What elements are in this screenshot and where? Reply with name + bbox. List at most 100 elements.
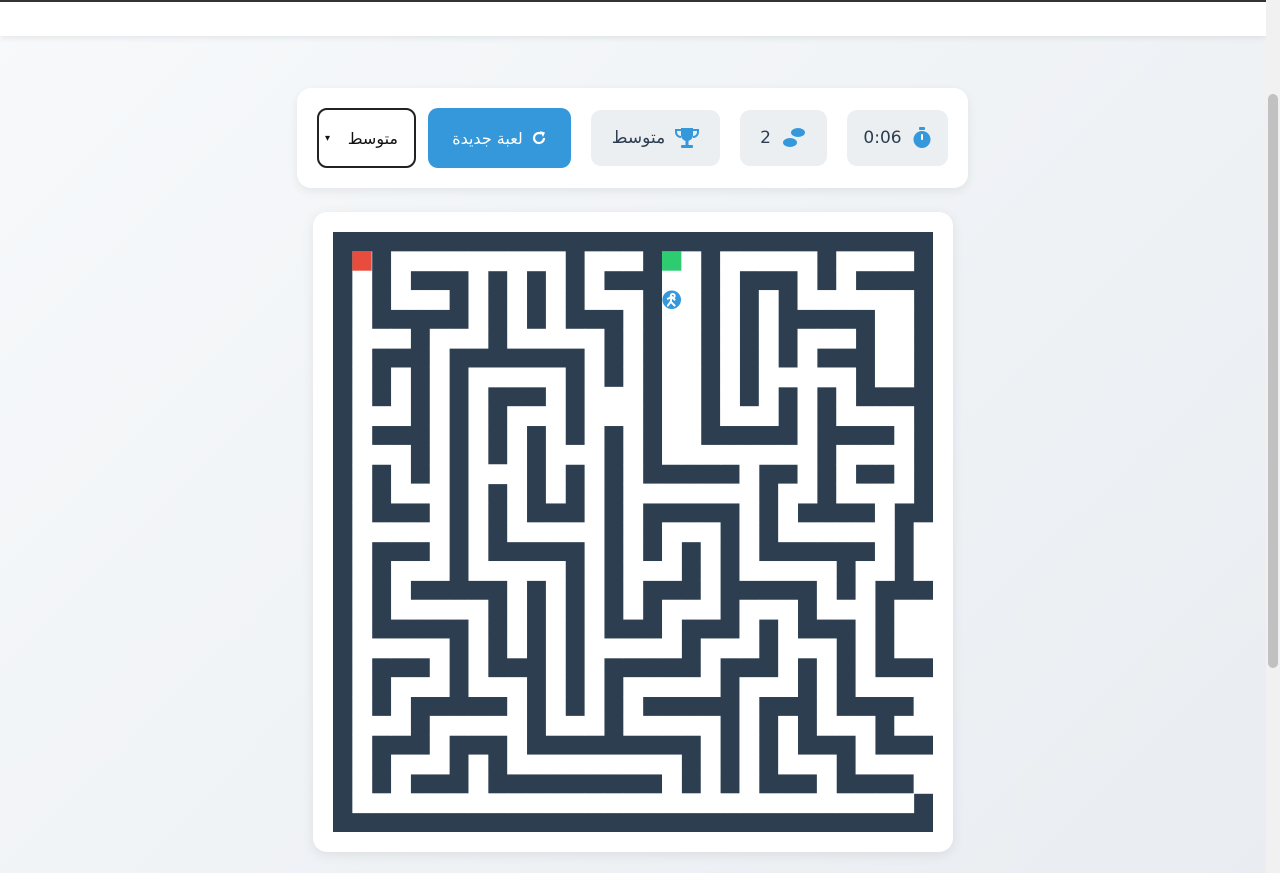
goal-marker — [352, 251, 372, 271]
maze-path-cell — [758, 386, 779, 407]
maze-path-cell — [565, 522, 586, 543]
maze-path-cell — [778, 522, 799, 543]
page-scrollbar[interactable] — [1266, 0, 1280, 873]
maze-path-cell — [468, 541, 489, 562]
maze-path-cell — [623, 502, 644, 523]
maze-path-cell — [894, 367, 915, 388]
maze-path-cell — [681, 367, 702, 388]
maze-path-cell — [429, 290, 450, 310]
maze-path-cell — [545, 290, 566, 310]
maze-path-cell — [816, 715, 837, 736]
maze-path-cell — [778, 735, 799, 756]
maze-path-cell — [352, 657, 373, 678]
player-icon — [662, 290, 681, 310]
maze-path-cell — [584, 483, 605, 504]
maze-path-cell — [662, 754, 682, 775]
maze-path-cell — [797, 483, 818, 504]
maze-path-cell — [391, 406, 411, 427]
maze-path-cell — [584, 677, 605, 698]
maze-path-cell — [874, 309, 895, 330]
maze-path-cell — [894, 599, 915, 620]
maze-path-cell — [352, 464, 373, 485]
maze-path-cell — [507, 290, 528, 310]
maze-path-cell — [545, 657, 566, 678]
maze-path-cell — [545, 464, 566, 485]
maze-path-cell — [662, 541, 682, 562]
maze-path-cell — [855, 638, 876, 659]
maze-path-cell — [545, 793, 566, 814]
difficulty-select[interactable]: ▾ متوسط — [317, 108, 416, 168]
maze-path-cell — [874, 251, 895, 272]
maze-path-cell — [545, 599, 566, 620]
maze-path-cell — [700, 522, 721, 543]
maze-path-cell — [429, 406, 450, 427]
maze-path-cell — [720, 444, 740, 465]
maze-path-cell — [778, 677, 799, 698]
maze-path-cell — [739, 754, 760, 775]
maze-path-cell — [603, 386, 624, 407]
maze-path-cell — [836, 444, 857, 465]
maze-path-cell — [642, 715, 663, 736]
maze-grid[interactable] — [333, 232, 933, 832]
maze-path-cell — [352, 793, 373, 814]
maze-path-cell — [720, 290, 740, 310]
difficulty-display: متوسط — [591, 110, 720, 166]
maze-path-cell — [836, 406, 857, 427]
maze-path-cell — [449, 599, 469, 620]
maze-path-cell — [681, 677, 702, 698]
maze-path-cell — [371, 328, 392, 349]
maze-path-cell — [623, 793, 644, 814]
maze-path-cell — [545, 715, 566, 736]
maze-path-cell — [429, 502, 450, 523]
maze-path-cell — [662, 406, 682, 427]
maze-path-cell — [487, 251, 508, 272]
maze-path-cell — [739, 715, 760, 736]
maze-path-cell — [507, 696, 528, 717]
maze-path-cell — [468, 406, 489, 427]
maze-path-cell — [429, 522, 450, 543]
maze-path-cell — [410, 561, 431, 581]
maze-path-cell — [507, 425, 528, 446]
maze-path-cell — [468, 483, 489, 504]
maze-path-cell — [352, 580, 373, 601]
maze-path-cell — [352, 425, 373, 446]
maze-path-cell — [739, 464, 760, 485]
maze-path-cell — [391, 251, 411, 272]
maze-path-cell — [584, 328, 605, 349]
maze-path-cell — [584, 599, 605, 620]
maze-path-cell — [778, 754, 799, 775]
maze-path-cell — [584, 580, 605, 601]
scrollbar-thumb[interactable] — [1268, 94, 1278, 668]
maze-path-cell — [410, 251, 431, 272]
chevron-down-icon: ▾ — [325, 132, 331, 144]
maze-path-cell — [874, 677, 895, 698]
maze-path-cell — [391, 290, 411, 310]
maze-path-cell — [507, 464, 528, 485]
maze-path-cell — [642, 677, 663, 698]
maze-path-cell — [468, 715, 489, 736]
maze-path-cell — [778, 367, 799, 388]
maze-path-cell — [545, 270, 566, 291]
maze-path-cell — [545, 406, 566, 427]
maze-path-cell — [545, 251, 566, 272]
maze-path-cell — [681, 348, 702, 368]
new-game-button[interactable]: لعبة جديدة — [428, 108, 571, 168]
maze-path-cell — [507, 309, 528, 330]
maze-path-cell — [584, 464, 605, 485]
maze-path-cell — [352, 309, 373, 330]
maze-path-cell — [468, 270, 489, 291]
maze-path-cell — [855, 290, 876, 310]
maze-path-cell — [681, 425, 702, 446]
maze-path-cell — [894, 348, 915, 368]
maze-path-cell — [700, 580, 721, 601]
maze-path-cell — [797, 386, 818, 407]
maze-path-cell — [507, 677, 528, 698]
maze-path-cell — [681, 309, 702, 330]
maze-path-cell — [429, 386, 450, 407]
maze-path-cell — [739, 599, 760, 620]
maze-path-cell — [855, 522, 876, 543]
maze-path-cell — [352, 735, 373, 756]
maze-path-cell — [700, 541, 721, 562]
maze-path-cell — [778, 483, 799, 504]
maze-path-cell — [526, 251, 547, 272]
